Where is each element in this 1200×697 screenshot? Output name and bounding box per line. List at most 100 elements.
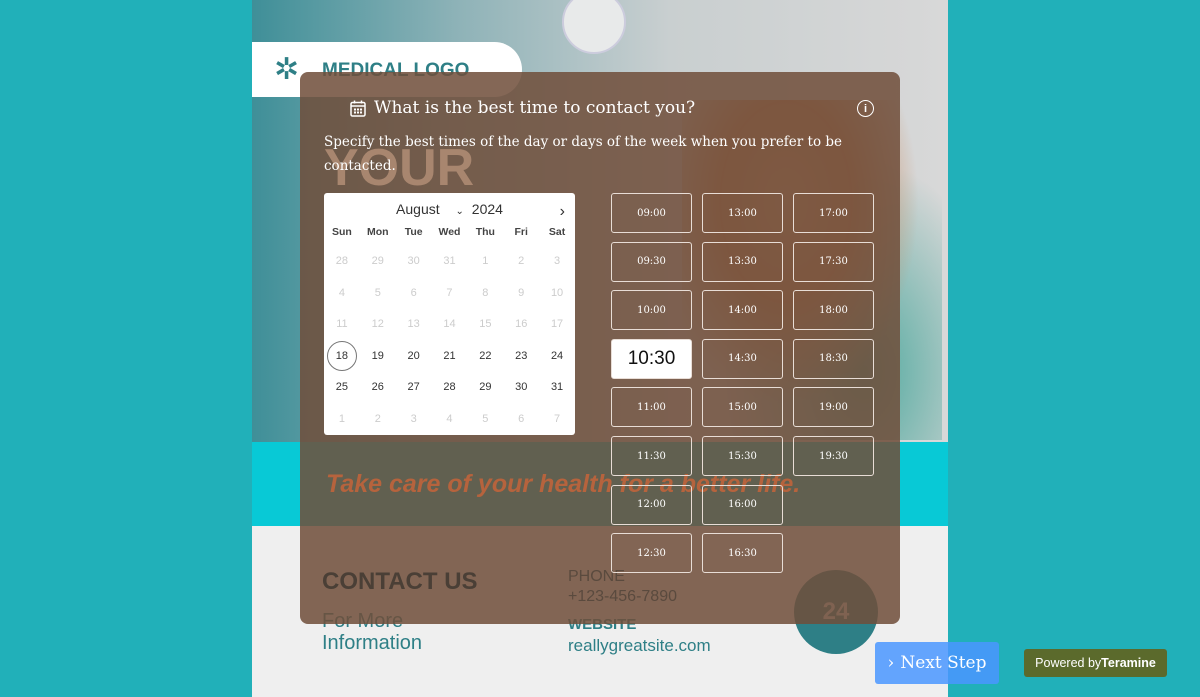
day-number: 2 — [374, 412, 381, 425]
powered-by-badge[interactable]: Powered by Teramine — [1024, 649, 1167, 677]
time-slot[interactable]: 12:00 — [611, 484, 692, 525]
day-number: 31 — [550, 381, 564, 394]
next-step-button[interactable]: › Next Step — [875, 642, 999, 684]
day-number: 21 — [443, 349, 456, 362]
time-slot[interactable]: 17:30 — [793, 241, 874, 282]
time-slot[interactable]: 13:30 — [702, 241, 783, 282]
time-slot[interactable]: 16:30 — [702, 533, 783, 574]
info-icon[interactable]: i — [857, 100, 874, 117]
selected-day[interactable]: 18 — [324, 340, 360, 373]
day-number: 5 — [374, 286, 381, 299]
calendar-day: 8 — [467, 278, 503, 310]
day-number: 1 — [338, 412, 345, 425]
calendar-day[interactable]: 24 — [539, 341, 575, 373]
day-number: 3 — [554, 255, 561, 267]
weekday-header: Wed — [438, 226, 461, 238]
calendar-day: 4 — [432, 404, 468, 436]
time-slot[interactable]: 15:00 — [702, 387, 783, 428]
month-year-header: August ⌄ 2024 — [324, 201, 575, 217]
day-number: 30 — [407, 255, 420, 267]
calendar-day[interactable]: 25 — [324, 372, 360, 404]
time-slot[interactable]: 12:30 — [611, 533, 692, 574]
day-number: 28 — [443, 381, 456, 394]
wall-clock-image — [562, 0, 626, 54]
question-title: What is the best time to contact you? — [350, 98, 695, 118]
time-slot[interactable]: 18:00 — [793, 290, 874, 331]
time-slot[interactable]: 11:00 — [611, 387, 692, 428]
day-number: 6 — [518, 412, 525, 425]
calendar-day: 29 — [360, 246, 396, 278]
calendar-day[interactable]: 20 — [396, 341, 432, 373]
month-select[interactable]: August — [396, 201, 440, 217]
calendar-day[interactable]: 30 — [503, 372, 539, 404]
time-slot[interactable]: 15:30 — [702, 436, 783, 476]
time-slot[interactable]: 10:00 — [611, 290, 692, 331]
calendar-day: 16 — [503, 309, 539, 341]
calendar-day: 11 — [324, 309, 360, 341]
time-slot[interactable]: 18:30 — [793, 338, 874, 379]
day-number: 31 — [443, 255, 456, 267]
year-value[interactable]: 2024 — [472, 201, 503, 217]
calendar-day[interactable]: 28 — [432, 372, 468, 404]
day-number: 23 — [515, 349, 528, 362]
day-number: 1 — [482, 255, 489, 267]
calendar-day: 7 — [432, 278, 468, 310]
calendar-day: 10 — [539, 278, 575, 310]
day-number: 4 — [446, 412, 453, 425]
powered-brand: Teramine — [1101, 656, 1156, 670]
time-slot[interactable]: 17:00 — [793, 193, 874, 233]
weekday-header: Sun — [332, 226, 352, 238]
chevron-down-icon[interactable]: ⌄ — [456, 206, 464, 217]
calendar-day: 15 — [467, 309, 503, 341]
next-month-chevron-icon[interactable]: › — [560, 203, 565, 221]
calendar-day[interactable]: 31 — [539, 372, 575, 404]
calendar-day: 6 — [396, 278, 432, 310]
day-number: 10 — [550, 286, 564, 299]
day-number: 16 — [515, 318, 528, 331]
time-slot[interactable]: 13:00 — [702, 193, 783, 233]
calendar-day: 3 — [396, 404, 432, 436]
calendar-day: 6 — [503, 404, 539, 436]
calendar-day[interactable]: 29 — [467, 372, 503, 404]
day-number: 26 — [371, 381, 384, 394]
day-number: 24 — [550, 349, 564, 362]
time-slot[interactable]: 16:00 — [702, 484, 783, 525]
calendar-day[interactable]: 26 — [360, 372, 396, 404]
day-number: 13 — [407, 318, 420, 331]
day-number: 30 — [515, 381, 528, 394]
calendar-day[interactable]: 27 — [396, 372, 432, 404]
weekday-header: Mon — [366, 226, 389, 238]
calendar-day[interactable]: 21 — [432, 341, 468, 373]
question-title-text: What is the best time to contact you? — [374, 98, 696, 118]
day-number: 6 — [410, 286, 417, 299]
day-number: 5 — [482, 412, 489, 425]
time-slot[interactable]: 19:00 — [793, 387, 874, 428]
calendar-day: 13 — [396, 309, 432, 341]
calendar-day: 2 — [360, 404, 396, 436]
calendar-day[interactable]: 23 — [503, 341, 539, 373]
time-slot[interactable]: 14:00 — [702, 290, 783, 331]
day-number: 3 — [410, 412, 417, 425]
day-number: 28 — [335, 255, 349, 267]
calendar-day[interactable]: 19 — [360, 341, 396, 373]
time-slot[interactable]: 11:30 — [611, 436, 692, 476]
day-number: 29 — [479, 381, 492, 394]
time-slot[interactable]: 19:30 — [793, 436, 874, 476]
website-value: reallygreatsite.com — [568, 636, 711, 655]
calendar-day: 1 — [467, 246, 503, 278]
calendar-day: 2 — [503, 246, 539, 278]
calendar-day: 4 — [324, 278, 360, 310]
day-number: 9 — [518, 286, 525, 299]
day-number: 20 — [407, 349, 420, 362]
calendar-icon — [350, 100, 366, 117]
day-number: 29 — [371, 255, 384, 267]
calendar-day: 9 — [503, 278, 539, 310]
day-number: 22 — [479, 349, 492, 362]
time-slot[interactable]: 14:30 — [702, 338, 783, 379]
time-slot[interactable]: 09:00 — [611, 193, 692, 233]
calendar-grid: Sun Mon Tue Wed Thu Fri Sat 28 29 30 31 1 2 3 4 5 6 7 8 9 10… — [324, 226, 575, 436]
day-number: 15 — [479, 318, 492, 331]
time-slot-selected[interactable]: 10:30 — [611, 338, 692, 379]
calendar-day[interactable]: 22 — [467, 341, 503, 373]
time-slot[interactable]: 09:30 — [611, 241, 692, 282]
